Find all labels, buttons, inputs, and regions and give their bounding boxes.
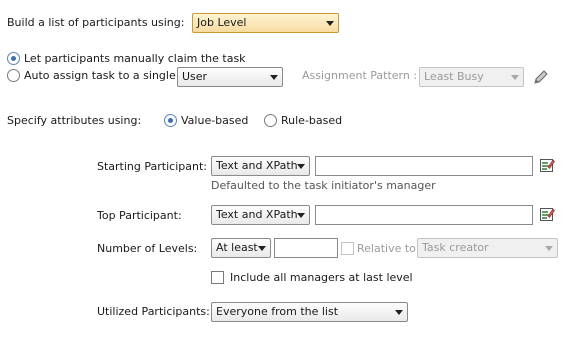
levels-mode-value: At least	[216, 241, 258, 254]
build-list-select-value: Job Level	[197, 16, 247, 29]
top-participant-input[interactable]	[315, 205, 533, 225]
starting-participant-input[interactable]	[315, 156, 533, 176]
starting-participant-type-select[interactable]: Text and XPath	[211, 156, 310, 176]
chevron-down-icon	[297, 213, 305, 218]
attributes-label: Specify attributes using:	[7, 114, 142, 127]
pencil-icon[interactable]	[532, 68, 550, 86]
chevron-down-icon	[511, 75, 519, 80]
rule-based-radio[interactable]	[264, 114, 277, 127]
build-list-label: Build a list of participants using:	[7, 16, 185, 29]
number-of-levels-label: Number of Levels:	[97, 242, 198, 255]
chevron-down-icon	[258, 246, 266, 251]
utilized-participants-select[interactable]: Everyone from the list	[211, 302, 408, 322]
utilized-participants-value: Everyone from the list	[216, 305, 339, 318]
utilized-participants-label: Utilized Participants:	[97, 305, 210, 318]
auto-assign-radio[interactable]	[7, 69, 20, 82]
levels-count-input[interactable]	[274, 238, 338, 258]
relative-to-value: Task creator	[422, 241, 489, 254]
include-all-managers-checkbox[interactable]	[211, 271, 224, 284]
relative-to-checkbox	[341, 242, 354, 255]
top-participant-label: Top Participant:	[97, 209, 182, 222]
top-participant-type-select[interactable]: Text and XPath	[211, 205, 310, 225]
manual-claim-radio[interactable]	[7, 52, 20, 65]
chevron-down-icon	[297, 164, 305, 169]
assignment-pattern-label: Assignment Pattern :	[302, 69, 418, 82]
auto-assign-select[interactable]: User	[177, 67, 283, 87]
chevron-down-icon	[326, 21, 334, 26]
starting-participant-label: Starting Participant:	[97, 160, 207, 173]
value-based-label: Value-based	[181, 114, 249, 127]
relative-to-label: Relative to:	[357, 242, 420, 255]
relative-to-select: Task creator	[417, 238, 558, 258]
value-based-radio[interactable]	[164, 114, 177, 127]
expression-builder-icon[interactable]	[539, 157, 555, 173]
auto-assign-label: Auto assign task to a single	[24, 69, 176, 82]
chevron-down-icon	[270, 75, 278, 80]
assignment-pattern-select: Least Busy	[419, 67, 524, 87]
assignment-pattern-value: Least Busy	[424, 70, 484, 83]
chevron-down-icon	[395, 310, 403, 315]
auto-assign-select-value: User	[182, 70, 208, 83]
top-participant-type-value: Text and XPath	[216, 208, 298, 221]
starting-participant-type-value: Text and XPath	[216, 159, 298, 172]
build-list-select[interactable]: Job Level	[192, 13, 339, 33]
expression-builder-icon[interactable]	[539, 206, 555, 222]
include-all-managers-label: Include all managers at last level	[230, 271, 413, 284]
rule-based-label: Rule-based	[281, 114, 343, 127]
starting-participant-hint: Defaulted to the task initiator's manage…	[211, 179, 436, 192]
chevron-down-icon	[545, 246, 553, 251]
levels-mode-select[interactable]: At least	[211, 238, 271, 258]
manual-claim-label: Let participants manually claim the task	[24, 52, 246, 65]
